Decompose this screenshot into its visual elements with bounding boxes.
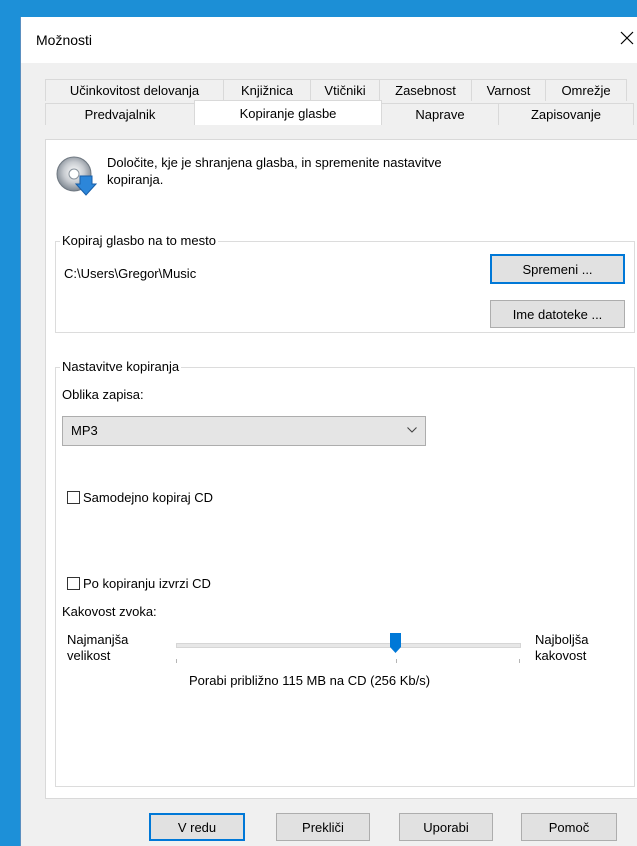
file-name-button[interactable]: Ime datoteke ...	[490, 300, 625, 328]
slider-track	[176, 643, 521, 648]
intro-line-1: Določite, kje je shranjena glasba, in sp…	[107, 155, 442, 170]
tab-devices[interactable]: Naprave	[381, 103, 499, 125]
tab-performance[interactable]: Učinkovitost delovanja	[45, 79, 224, 101]
quality-info: Porabi približno 115 MB na CD (256 Kb/s)	[189, 673, 431, 688]
format-select-value: MP3	[71, 423, 98, 438]
slider-tick	[396, 659, 397, 663]
location-group-label: Kopiraj glasbo na to mesto	[60, 233, 218, 249]
tab-row-2: Predvajalnik Kopiranje glasbe Naprave Za…	[45, 100, 634, 125]
slider-tick	[176, 659, 177, 663]
desktop-background	[0, 0, 20, 846]
best-quality-label: Najboljša kakovost	[535, 632, 588, 664]
intro-description: Določite, kje je shranjena glasba, in sp…	[107, 154, 567, 188]
help-button[interactable]: Pomoč	[521, 813, 617, 841]
tab-rip-music[interactable]: Kopiranje glasbe	[194, 100, 382, 125]
tab-row-1: Učinkovitost delovanja Knjižnica Vtičnik…	[45, 79, 627, 101]
eject-after-rip-checkbox[interactable]	[67, 577, 80, 590]
intro-line-2: kopiranja.	[107, 172, 164, 187]
tab-network[interactable]: Omrežje	[545, 79, 627, 101]
tab-burn[interactable]: Zapisovanje	[498, 103, 634, 125]
tab-privacy[interactable]: Zasebnost	[379, 79, 472, 101]
slider-thumb[interactable]	[390, 633, 402, 653]
cd-rip-icon	[56, 156, 98, 196]
format-label: Oblika zapisa:	[62, 387, 144, 402]
chevron-down-icon	[407, 427, 417, 433]
close-icon[interactable]	[620, 31, 634, 45]
min-size-label: Najmanjša velikost	[67, 632, 128, 664]
apply-button[interactable]: Uporabi	[399, 813, 493, 841]
format-select[interactable]: MP3	[62, 416, 426, 446]
location-group: Kopiraj glasbo na to mesto C:\Users\Greg…	[55, 233, 635, 333]
audio-quality-slider[interactable]	[176, 630, 521, 666]
auto-rip-checkbox[interactable]	[67, 491, 80, 504]
min-size-line-1: Najmanjša	[67, 632, 129, 647]
change-location-button[interactable]: Spremeni ...	[490, 254, 625, 284]
audio-quality-label: Kakovost zvoka:	[62, 604, 157, 619]
rip-music-panel: Določite, kje je shranjena glasba, in sp…	[45, 139, 637, 799]
best-quality-line-2: kakovost	[535, 648, 587, 663]
tab-library[interactable]: Knjižnica	[223, 79, 311, 101]
rip-settings-group: Nastavitve kopiranja Oblika zapisa: MP3 …	[55, 359, 635, 787]
rip-path: C:\Users\Gregor\Music	[64, 266, 197, 281]
best-quality-line-1: Najboljša	[535, 632, 589, 647]
slider-tick	[519, 659, 520, 663]
rip-settings-group-label: Nastavitve kopiranja	[60, 359, 182, 375]
eject-after-rip-label[interactable]: Po kopiranju izvrzi CD	[83, 576, 211, 591]
cancel-button[interactable]: Prekliči	[276, 813, 370, 841]
window-title: Možnosti	[36, 32, 93, 48]
ok-button[interactable]: V redu	[149, 813, 245, 841]
dialog-button-bar: V redu Prekliči Uporabi Pomoč	[21, 807, 637, 846]
auto-rip-label[interactable]: Samodejno kopiraj CD	[83, 490, 213, 505]
tab-plugins[interactable]: Vtičniki	[310, 79, 380, 101]
min-size-line-2: velikost	[67, 648, 111, 663]
title-bar: Možnosti	[21, 17, 637, 63]
options-dialog: Možnosti Učinkovitost delovanja Knjižnic…	[20, 17, 637, 846]
tab-security[interactable]: Varnost	[471, 79, 546, 101]
tab-player[interactable]: Predvajalnik	[45, 103, 195, 125]
